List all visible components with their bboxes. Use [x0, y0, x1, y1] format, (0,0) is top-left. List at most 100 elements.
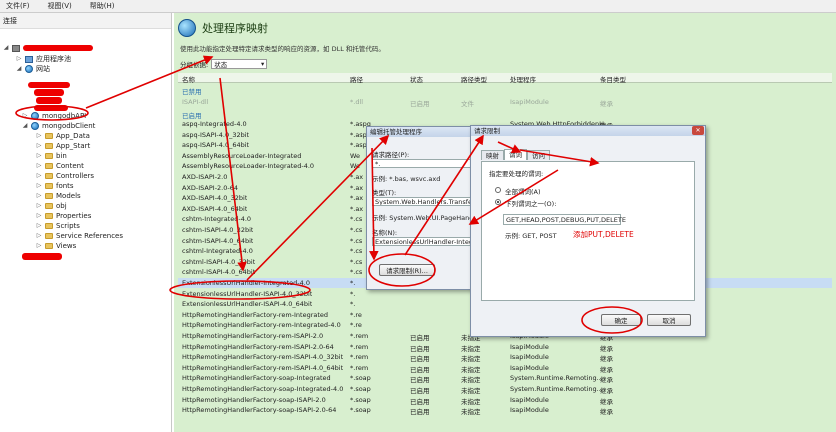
tree-node[interactable]: ◢ mongodbClient: [22, 121, 95, 131]
cell-name: ExtensionlessUrlHandler-Integrated-4.0: [182, 279, 310, 287]
tree-node[interactable]: ▷ obj: [36, 201, 67, 211]
cell-path: *.cs: [350, 247, 363, 256]
tree-node[interactable]: ▷ Scripts: [36, 221, 80, 231]
expand-arrow-icon[interactable]: ▷: [36, 181, 42, 191]
redacted-mark: [34, 89, 64, 96]
table-header: 名称 路径 状态 路径类型 处理程序 条目类型: [178, 73, 832, 84]
column-path-type[interactable]: 路径类型: [461, 74, 487, 84]
tree-node[interactable]: ▷ mongodbAPI: [22, 111, 86, 121]
tab-strip: 映射 谓词 访问: [481, 149, 550, 160]
cell-path-type: 未指定: [461, 397, 481, 406]
expand-arrow-icon[interactable]: ▷: [36, 141, 42, 151]
folder-icon: [45, 243, 53, 249]
menu-help[interactable]: 帮助(H): [90, 1, 115, 11]
tree-node-label: Service References: [56, 232, 123, 240]
redacted-mark: [28, 82, 70, 88]
tree-node-label: 应用程序池: [36, 55, 71, 63]
table-row[interactable]: HttpRemotingHandlerFactory-soap-ISAPI-2.…: [178, 395, 832, 406]
expand-arrow-icon[interactable]: ◢: [22, 121, 28, 131]
dialog-titlebar: 请求限制 ✕: [471, 126, 705, 136]
cell-name: HttpRemotingHandlerFactory-soap-ISAPI-2.…: [182, 406, 337, 415]
table-row[interactable]: HttpRemotingHandlerFactory-soap-Integrat…: [178, 373, 832, 384]
table-row[interactable]: ISAPI-dll *.dll 已启用 文件 IsapiModule 继承: [178, 97, 832, 108]
request-restrictions-button[interactable]: 请求限制(R)...: [379, 264, 435, 276]
tab-mapping[interactable]: 映射: [481, 150, 504, 160]
cell-entry: 继承: [600, 355, 613, 364]
name-input[interactable]: ExtensionlessUrlHandler-Integrat...: [372, 237, 477, 246]
cell-path-type: 未指定: [461, 365, 481, 374]
cell-handler: IsapiModule: [510, 363, 549, 372]
table-row[interactable]: HttpRemotingHandlerFactory-soap-ISAPI-2.…: [178, 405, 832, 416]
expand-arrow-icon[interactable]: ▷: [36, 171, 42, 181]
table-row[interactable]: HttpRemotingHandlerFactory-rem-ISAPI-2.0…: [178, 342, 832, 353]
tab-access[interactable]: 访问: [527, 150, 550, 160]
menu-view[interactable]: 视图(V): [48, 1, 72, 11]
column-entry-type[interactable]: 条目类型: [600, 74, 626, 84]
folder-icon: [45, 223, 53, 229]
cell-name: AssemblyResourceLoader-Integrated-4.0: [182, 162, 315, 171]
expand-arrow-icon[interactable]: ▷: [36, 241, 42, 251]
tree-node[interactable]: ▷ Properties: [36, 211, 92, 221]
cell-path: *.: [350, 279, 356, 287]
tree-node-label: Content: [56, 162, 84, 170]
tree-node[interactable]: ▷ App_Data: [36, 131, 90, 141]
table-row[interactable]: HttpRemotingHandlerFactory-soap-Integrat…: [178, 384, 832, 395]
radio-all-verbs[interactable]: [495, 187, 501, 193]
cell-handler: System.Runtime.Remoting...: [510, 374, 603, 383]
globe-icon: [31, 122, 39, 130]
cell-state: 已启用: [410, 334, 430, 342]
cancel-button[interactable]: 取消: [647, 314, 691, 326]
connections-panel: 连接 ◢ ▷ 应用程序池 ◢ 网站 ▷ mongodbAPI ◢ mongodbClient ▷…: [0, 13, 172, 432]
radio-one-of-verbs[interactable]: [495, 199, 501, 205]
cell-state: 已启用: [410, 365, 430, 374]
tree-node[interactable]: ▷ Models: [36, 191, 81, 201]
cell-name: HttpRemotingHandlerFactory-rem-ISAPI-4.0…: [182, 353, 344, 362]
tree-node[interactable]: ▷ Content: [36, 161, 84, 171]
expand-arrow-icon[interactable]: ▷: [36, 211, 42, 221]
menu-file[interactable]: 文件(F): [6, 1, 30, 11]
verbs-input[interactable]: GET,HEAD,POST,DEBUG,PUT,DELETE: [503, 214, 626, 225]
table-row[interactable]: HttpRemotingHandlerFactory-rem-ISAPI-4.0…: [178, 352, 832, 364]
tab-verbs[interactable]: 谓词: [504, 149, 527, 160]
tree-node[interactable]: ▷ Service References: [36, 231, 123, 241]
expand-arrow-icon[interactable]: ▷: [36, 231, 42, 241]
close-icon[interactable]: ✕: [692, 126, 704, 135]
cell-path: *.cs: [350, 236, 363, 245]
expand-arrow-icon[interactable]: ▷: [36, 151, 42, 161]
type-input[interactable]: System.Web.Handlers.TransferRequ...: [372, 197, 477, 206]
expand-arrow-icon[interactable]: ▷: [36, 221, 42, 231]
cell-name: aspq-ISAPI-4.0_32bit: [182, 130, 250, 139]
tree-node[interactable]: ▷ Views: [36, 241, 77, 251]
folder-icon: [45, 143, 53, 149]
expand-arrow-icon[interactable]: ▷: [22, 111, 28, 121]
expand-arrow-icon[interactable]: ◢: [16, 64, 22, 74]
cell-path-type: 未指定: [461, 344, 481, 353]
name-label: 名称(N):: [372, 229, 398, 237]
group-by-select[interactable]: 状态 ▾: [211, 59, 268, 69]
cell-name: HttpRemotingHandlerFactory-soap-Integrat…: [182, 385, 344, 393]
tree-node[interactable]: ◢ 网站: [16, 64, 50, 74]
tree-node[interactable]: ▷ 应用程序池: [16, 54, 71, 64]
column-name[interactable]: 名称: [182, 74, 195, 84]
expand-arrow-icon[interactable]: ▷: [36, 161, 42, 171]
tree-node[interactable]: ▷ App_Start: [36, 141, 91, 151]
ok-button[interactable]: 确定: [601, 314, 641, 326]
verbs-value: GET,HEAD,POST,DEBUG,PUT,DELETE: [506, 216, 626, 224]
tree-node[interactable]: ▷ fonts: [36, 181, 74, 191]
cell-name: cshtml-Integrated-4.0: [182, 247, 253, 256]
column-handler[interactable]: 处理程序: [510, 74, 536, 84]
type-example: 示例: System.Web.UI.PageHandlerF...: [372, 214, 477, 222]
table-row[interactable]: HttpRemotingHandlerFactory-rem-ISAPI-4.0…: [178, 363, 832, 374]
expand-arrow-icon[interactable]: ▷: [16, 54, 22, 64]
cell-name: ISAPI-dll: [182, 98, 209, 106]
column-state[interactable]: 状态: [410, 74, 423, 84]
tree-node[interactable]: ▷ bin: [36, 151, 67, 161]
tree-node-label: mongodbClient: [42, 122, 96, 130]
expand-arrow-icon[interactable]: ▷: [36, 201, 42, 211]
request-path-input[interactable]: *.: [372, 159, 477, 168]
expand-arrow-icon[interactable]: ▷: [36, 131, 42, 141]
tree-root-node[interactable]: ◢: [3, 43, 93, 53]
column-path[interactable]: 路径: [350, 74, 363, 84]
tree-node[interactable]: ▷ Controllers: [36, 171, 94, 181]
expand-arrow-icon[interactable]: ▷: [36, 191, 42, 201]
